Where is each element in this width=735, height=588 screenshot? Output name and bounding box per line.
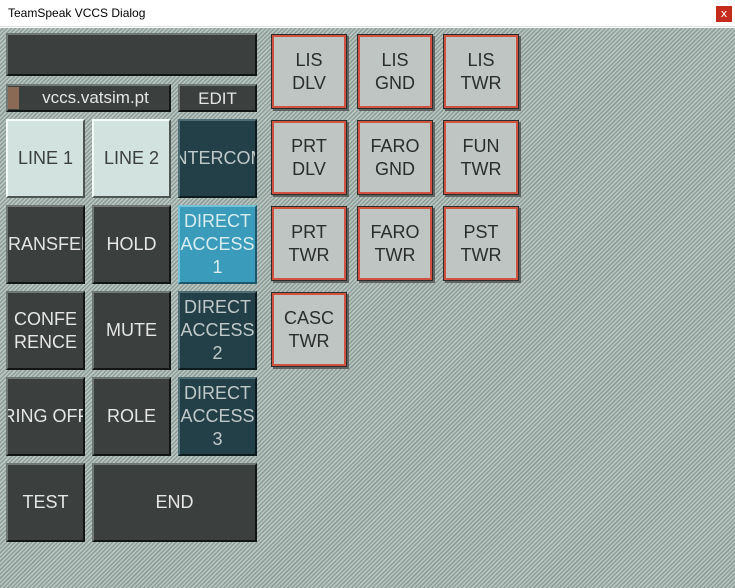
server-name: vccs.vatsim.pt — [42, 88, 149, 107]
direct-access-1-button[interactable]: DIRECT ACCESS 1 — [178, 205, 257, 284]
station-pst-twr-button[interactable]: PST TWR — [444, 207, 518, 280]
vccs-panel: vccs.vatsim.pt EDIT LINE 1 LINE 2 INTERC… — [0, 28, 735, 588]
intercom-button[interactable]: INTERCOM — [178, 119, 257, 198]
edit-button[interactable]: EDIT — [178, 84, 257, 112]
close-button[interactable]: x — [716, 6, 732, 22]
station-faro-gnd-button[interactable]: FARO GND — [358, 121, 432, 194]
end-button[interactable]: END — [92, 463, 257, 542]
title-bar: TeamSpeak VCCS Dialog x — [0, 0, 735, 27]
line-2-button[interactable]: LINE 2 — [92, 119, 171, 198]
server-status-indicator — [8, 87, 19, 109]
direct-access-3-button[interactable]: DIRECT ACCESS 3 — [178, 377, 257, 456]
station-prt-dlv-button[interactable]: PRT DLV — [272, 121, 346, 194]
window-title: TeamSpeak VCCS Dialog — [8, 6, 146, 20]
transfer-button[interactable]: TRANSFER — [6, 205, 85, 284]
line-1-button[interactable]: LINE 1 — [6, 119, 85, 198]
station-faro-twr-button[interactable]: FARO TWR — [358, 207, 432, 280]
server-field: vccs.vatsim.pt — [6, 84, 171, 112]
conference-button[interactable]: CONFE RENCE — [6, 291, 85, 370]
station-prt-twr-button[interactable]: PRT TWR — [272, 207, 346, 280]
mute-button[interactable]: MUTE — [92, 291, 171, 370]
station-fun-twr-button[interactable]: FUN TWR — [444, 121, 518, 194]
hold-button[interactable]: HOLD — [92, 205, 171, 284]
station-lis-gnd-button[interactable]: LIS GND — [358, 35, 432, 108]
station-casc-twr-button[interactable]: CASC TWR — [272, 293, 346, 366]
ring-off-button[interactable]: RING OFF — [6, 377, 85, 456]
station-lis-twr-button[interactable]: LIS TWR — [444, 35, 518, 108]
role-button[interactable]: ROLE — [92, 377, 171, 456]
frequency-display — [6, 33, 257, 76]
direct-access-2-button[interactable]: DIRECT ACCESS 2 — [178, 291, 257, 370]
test-button[interactable]: TEST — [6, 463, 85, 542]
station-lis-dlv-button[interactable]: LIS DLV — [272, 35, 346, 108]
